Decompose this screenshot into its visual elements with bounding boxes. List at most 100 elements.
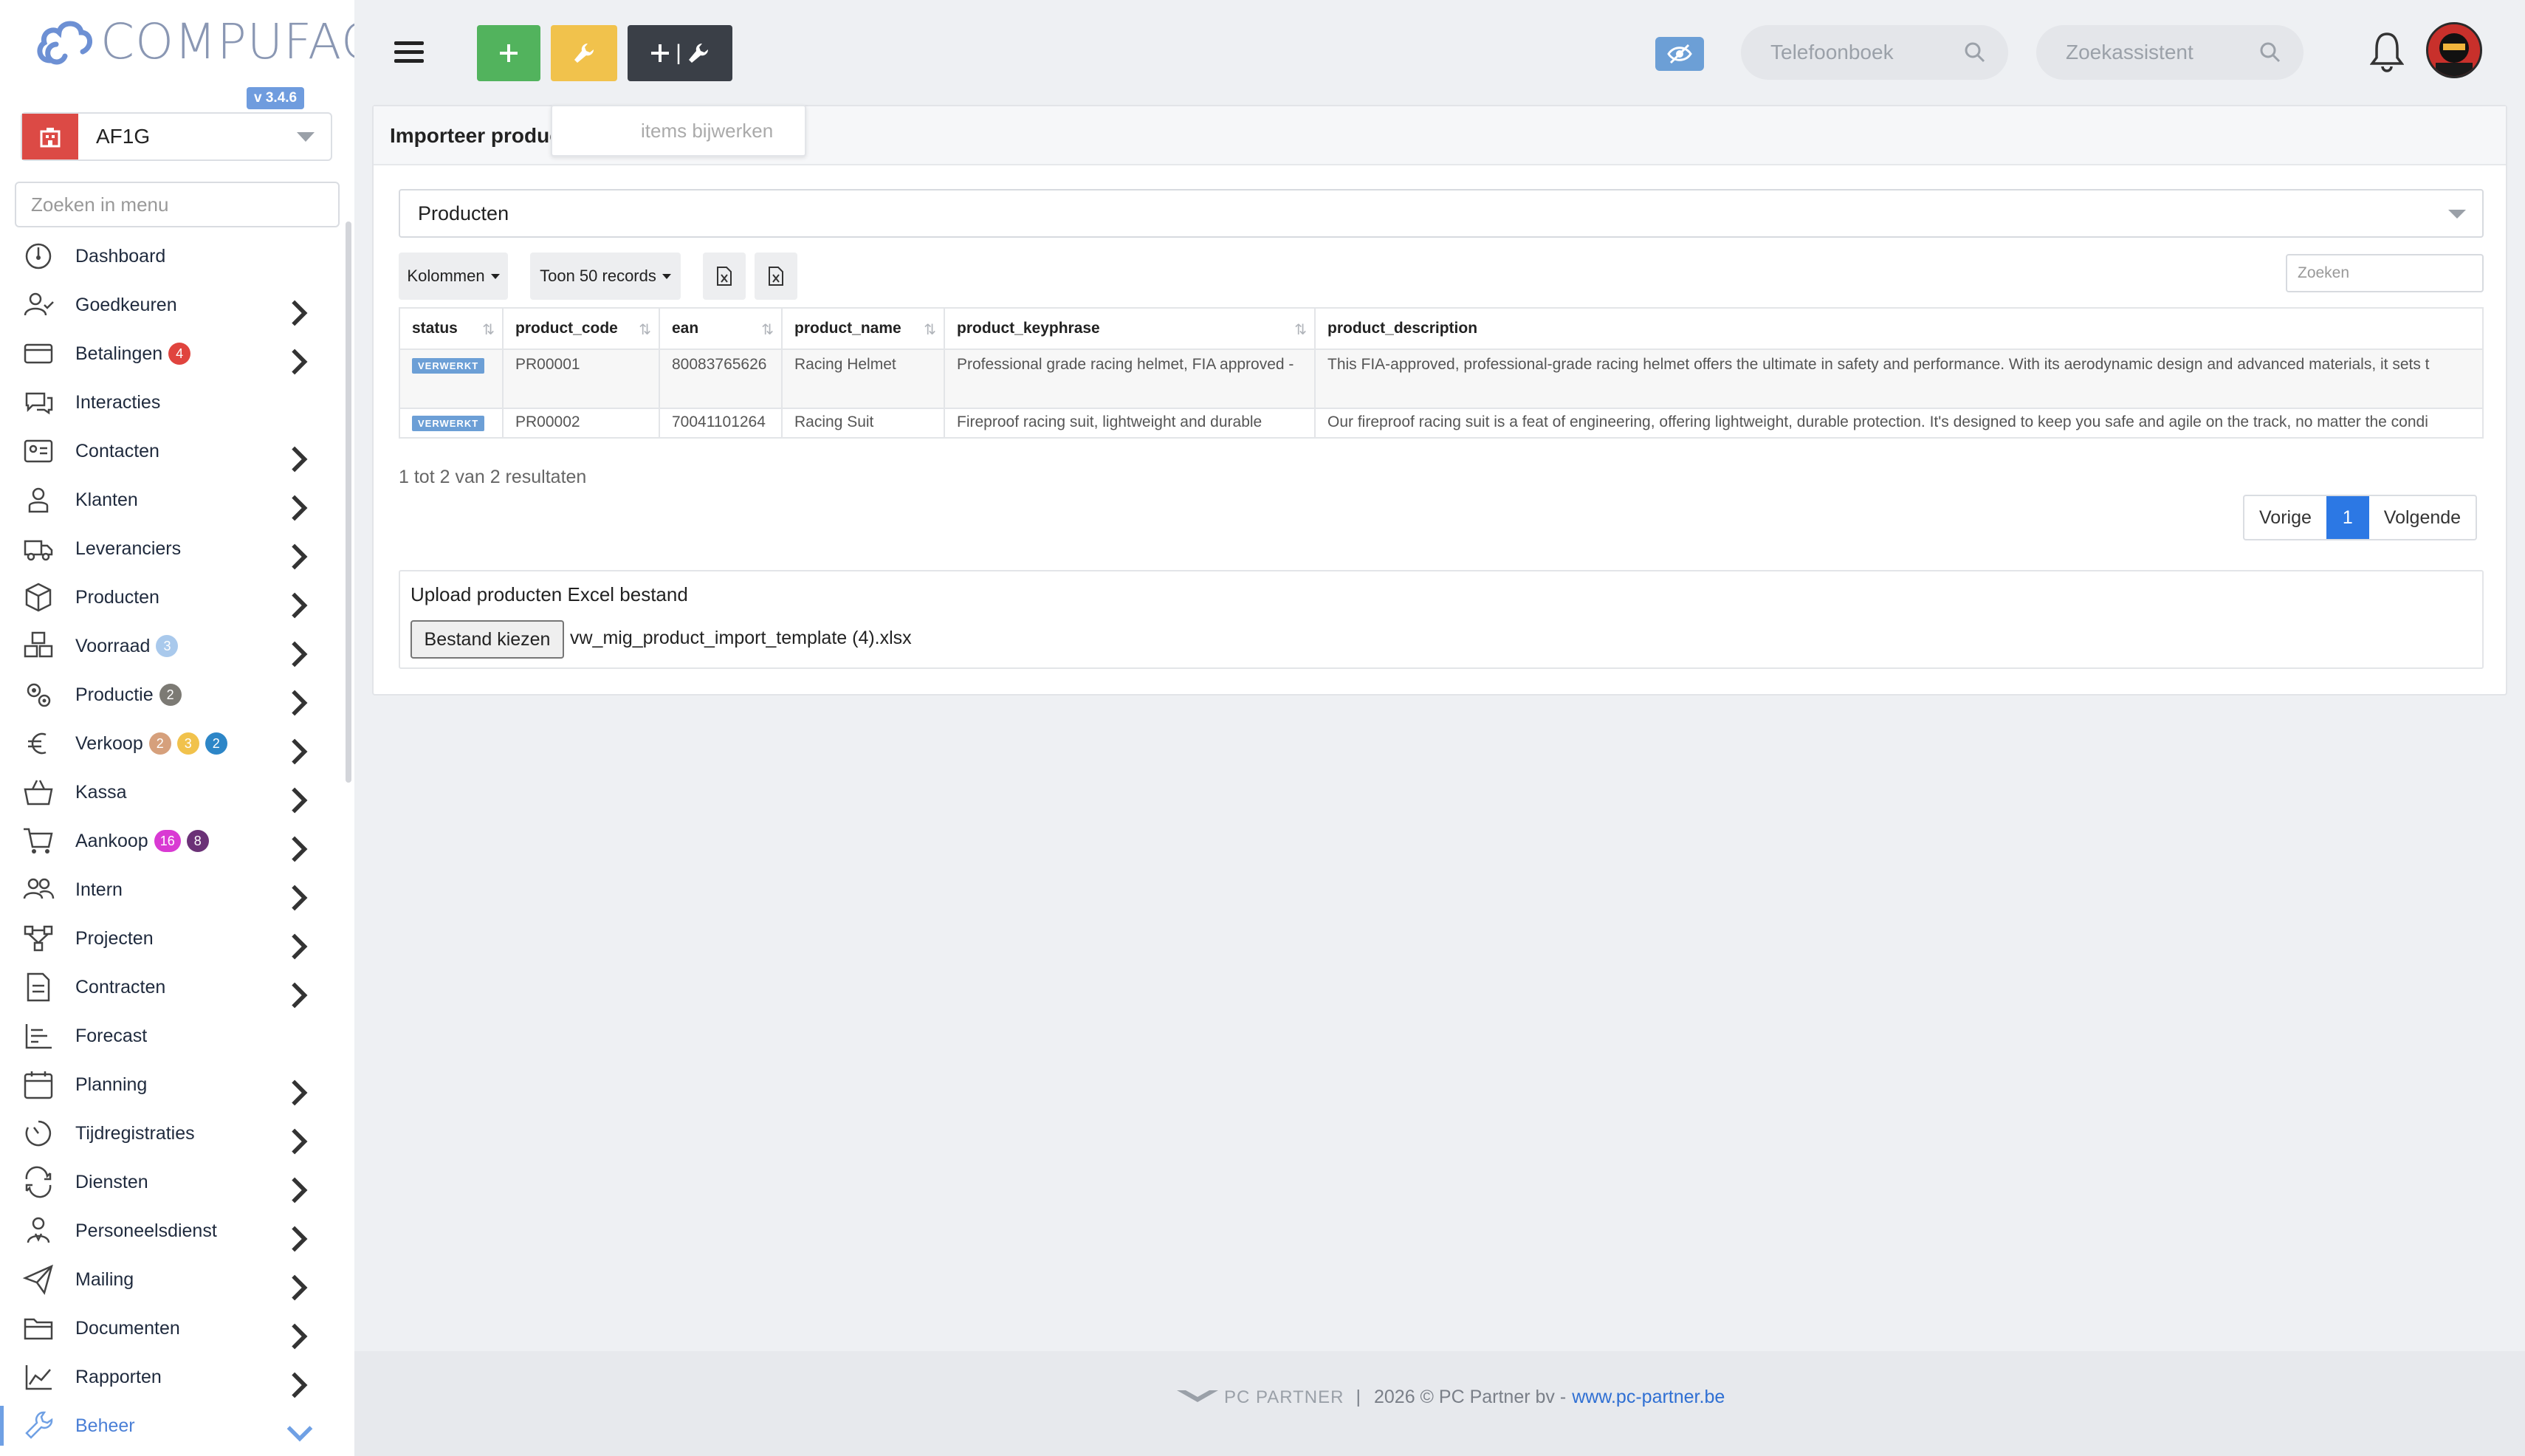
sidebar-item-beheer[interactable]: Beheer: [0, 1401, 346, 1450]
contract-icon: [27, 972, 50, 1002]
sidebar: COMPUFACT v 3.4.6 AF1G Zoeken in menu Da…: [0, 0, 354, 1456]
choose-file-button[interactable]: Bestand kiezen: [410, 620, 564, 659]
page-length-button[interactable]: Toon 50 records: [530, 253, 681, 300]
phonebook-placeholder: Telefoonboek: [1770, 41, 1894, 63]
column-header-product_code[interactable]: product_code ⇅: [502, 307, 660, 350]
sidebar-item-documenten[interactable]: Documenten: [0, 1304, 346, 1353]
sidebar-item-label: Verkoop: [75, 732, 143, 754]
sidebar-item-contacten[interactable]: Contacten: [0, 427, 346, 475]
sidebar-item-contracten[interactable]: Contracten: [0, 963, 346, 1012]
chevron-right-icon: [292, 446, 308, 473]
current-page-button[interactable]: 1: [2326, 496, 2369, 539]
sidebar-item-goedkeuren[interactable]: Goedkeuren: [0, 281, 346, 329]
count-badge: 4: [168, 343, 191, 365]
footer-link[interactable]: www.pc-partner.be: [1572, 1387, 1725, 1408]
sidebar-item-projecten[interactable]: Projecten: [0, 914, 346, 963]
sort-icon[interactable]: ⇅: [639, 320, 651, 339]
sidebar-scrollbar[interactable]: [346, 222, 351, 783]
sidebar-item-betalingen[interactable]: Betalingen 4: [0, 329, 346, 378]
payment-icon: [24, 343, 53, 364]
column-header-product_name[interactable]: product_name ⇅: [781, 307, 945, 350]
hamburger-menu-icon[interactable]: [394, 37, 424, 66]
sidebar-item-mailing[interactable]: Mailing: [0, 1255, 346, 1304]
sidebar-item-label: Betalingen: [75, 343, 163, 364]
sidebar-item-verkoop[interactable]: Verkoop 2 3 2: [0, 719, 346, 768]
column-header-product_description[interactable]: product_description: [1314, 307, 2484, 350]
chevron-right-icon: [292, 495, 308, 521]
column-header-status[interactable]: status ⇅: [399, 307, 504, 350]
table-row[interactable]: VERWERKT PR00001 80083765626 Racing Helmet P…: [399, 348, 2484, 409]
footer-content: PC PARTNER | 2026 © PC Partner bv - www.…: [1175, 1387, 1725, 1408]
sidebar-item-personeelsdienst[interactable]: Personeelsdienst: [0, 1206, 346, 1255]
sidebar-item-interacties[interactable]: Interacties: [0, 378, 346, 427]
company-name: AF1G: [96, 125, 151, 148]
sidebar-item-label: Planning: [75, 1074, 148, 1095]
add-button[interactable]: [477, 25, 540, 81]
export-excel-button[interactable]: [703, 253, 746, 300]
menu-search-input[interactable]: Zoeken in menu: [15, 182, 340, 227]
sidebar-item-klanten[interactable]: Klanten: [0, 475, 346, 524]
company-select[interactable]: AF1G: [21, 112, 332, 161]
cell-product_description: Our fireproof racing suit is a feat of e…: [1314, 408, 2484, 439]
import-type-select[interactable]: Producten: [399, 189, 2484, 238]
sidebar-item-label: Tijdregistraties: [75, 1122, 195, 1144]
sidebar-item-productie[interactable]: Productie 2: [0, 670, 346, 719]
chevron-right-icon: [292, 348, 308, 375]
sort-icon[interactable]: ⇅: [482, 320, 495, 339]
sidebar-item-rapporten[interactable]: Rapporten: [0, 1353, 346, 1401]
sidebar-item-tijdregistraties[interactable]: Tijdregistraties: [0, 1109, 346, 1158]
sidebar-item-label: Rapporten: [75, 1366, 162, 1387]
sidebar-item-kassa[interactable]: Kassa: [0, 768, 346, 817]
sidebar-item-forecast[interactable]: Forecast: [0, 1012, 346, 1060]
table-search-input[interactable]: Zoeken: [2286, 254, 2484, 292]
update-items-button[interactable]: [551, 25, 617, 81]
sidebar-item-label: Producten: [75, 586, 159, 608]
cell-product_code: PR00001: [502, 348, 660, 409]
table-row[interactable]: VERWERKT PR00002 70041101264 Racing Suit Fir…: [399, 408, 2484, 439]
sort-icon[interactable]: ⇅: [1294, 320, 1307, 339]
sidebar-item-intern[interactable]: Intern: [0, 865, 346, 914]
sidebar-item-voorraad[interactable]: Voorraad 3: [0, 622, 346, 670]
export-excel-alt-button[interactable]: [755, 253, 797, 300]
phonebook-search-input[interactable]: Telefoonboek: [1741, 25, 2008, 80]
sidebar-item-label: Voorraad: [75, 635, 151, 656]
column-header-ean[interactable]: ean ⇅: [659, 307, 783, 350]
sidebar-item-label: Productie: [75, 684, 154, 705]
sidebar-item-label: Dashboard: [75, 245, 166, 267]
next-page-button[interactable]: Volgende: [2369, 496, 2476, 539]
sort-icon[interactable]: ⇅: [761, 320, 774, 339]
sidebar-item-dashboard[interactable]: Dashboard: [0, 232, 346, 281]
sidebar-item-label: Forecast: [75, 1025, 148, 1046]
sidebar-item-label: Documenten: [75, 1317, 180, 1339]
columns-button[interactable]: Kolommen: [399, 253, 508, 300]
avatar[interactable]: [2426, 22, 2482, 78]
column-header-product_keyphrase[interactable]: product_keyphrase ⇅: [944, 307, 1316, 350]
brand-logo[interactable]: COMPUFACT: [34, 13, 354, 70]
count-badge: 2: [159, 684, 182, 706]
sidebar-item-producten[interactable]: Producten: [0, 573, 346, 622]
bell-icon[interactable]: [2370, 31, 2404, 72]
excel-file-icon: [717, 267, 732, 286]
add-and-update-button[interactable]: |: [628, 25, 732, 81]
sidebar-item-planning[interactable]: Planning: [0, 1060, 346, 1109]
chevron-down-icon: [2448, 210, 2466, 219]
timer-icon: [25, 1120, 52, 1147]
project-icon: [24, 925, 53, 952]
sidebar-item-aankoop[interactable]: Aankoop 16 8: [0, 817, 346, 865]
footer-logo-text: PC PARTNER: [1224, 1387, 1344, 1407]
sidebar-item-leveranciers[interactable]: Leveranciers: [0, 524, 346, 573]
prev-page-button[interactable]: Vorige: [2244, 496, 2326, 539]
sidebar-nav: Dashboard Goedkeuren Betalingen 4 Interactie…: [0, 232, 346, 1450]
cell-status: VERWERKT: [399, 408, 504, 439]
chevron-right-icon: [292, 1177, 308, 1203]
column-header-label: product_name: [794, 320, 901, 337]
sidebar-item-diensten[interactable]: Diensten: [0, 1158, 346, 1206]
hide-toggle-button[interactable]: [1655, 37, 1704, 71]
sort-icon[interactable]: ⇅: [924, 320, 936, 339]
calendar-icon: [24, 1071, 53, 1099]
column-header-label: product_description: [1327, 320, 1478, 337]
assistant-search-input[interactable]: Zoekassistent: [2036, 25, 2304, 80]
eye-slash-icon: [1667, 44, 1692, 64]
results-info: 1 tot 2 van 2 resultaten: [399, 467, 587, 487]
users-icon: [23, 878, 55, 899]
